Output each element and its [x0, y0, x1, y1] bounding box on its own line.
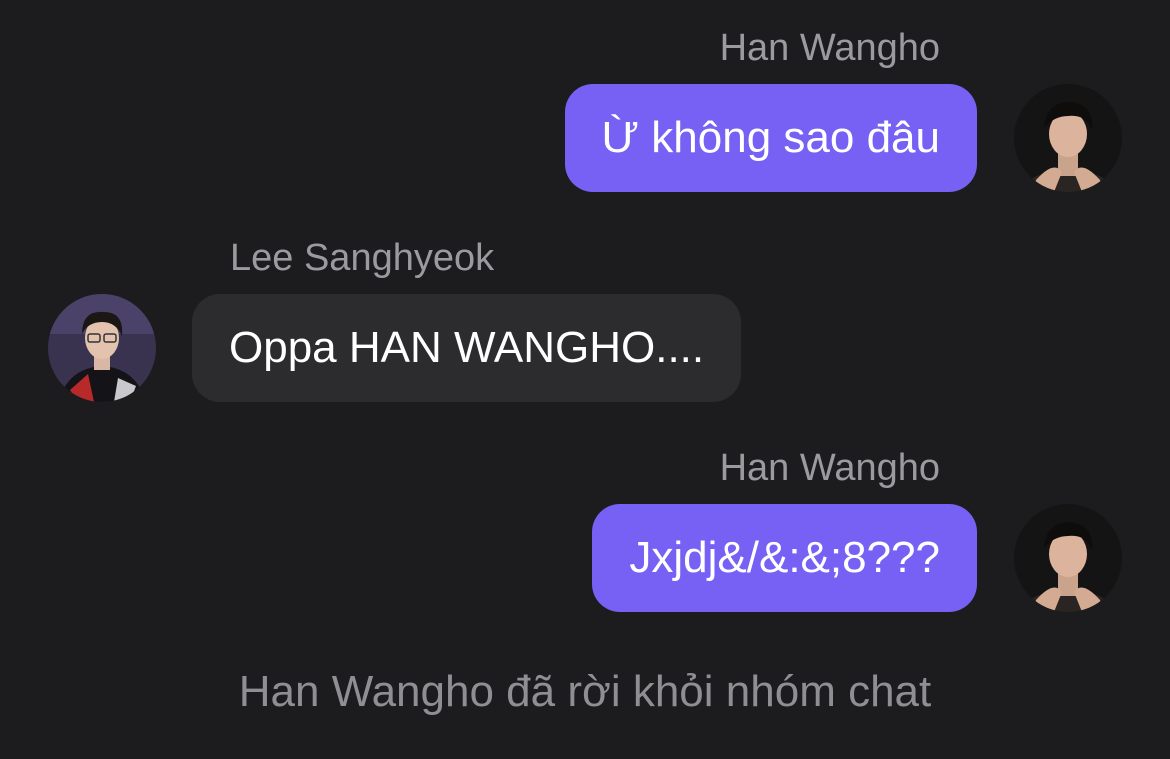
sender-name: Han Wangho	[719, 447, 940, 489]
sender-name: Han Wangho	[719, 27, 940, 69]
system-notice: Han Wangho đã rời khỏi nhóm chat	[238, 667, 932, 716]
lee-sanghyeok-avatar[interactable]	[48, 294, 156, 402]
message-bubble-outgoing[interactable]: Ừ không sao đâu	[564, 84, 977, 192]
message-bubble-outgoing[interactable]: Jxjdj&/&:&;8???	[592, 504, 977, 612]
sender-name: Lee Sanghyeok	[230, 237, 495, 279]
han-wangho-avatar[interactable]	[1014, 84, 1122, 192]
message-bubble-incoming[interactable]: Oppa HAN WANGHO....	[192, 294, 742, 402]
han-wangho-avatar[interactable]	[1014, 504, 1122, 612]
